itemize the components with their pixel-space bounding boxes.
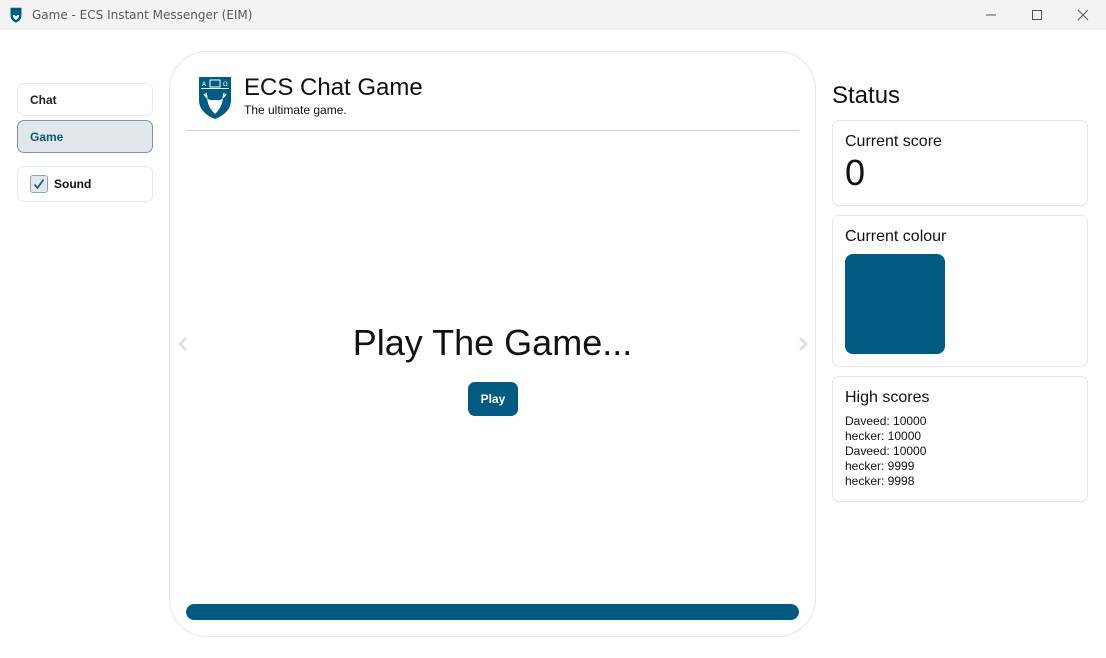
header-divider (186, 130, 799, 131)
minimize-icon (986, 14, 996, 16)
svg-text:Ω: Ω (223, 81, 228, 88)
game-title: ECS Chat Game (244, 74, 423, 101)
minimize-button[interactable] (968, 0, 1014, 30)
progress-bar (186, 604, 799, 620)
current-colour-label: Current colour (845, 228, 947, 245)
current-score-card: Current score 0 (832, 120, 1088, 206)
sound-label: Sound (54, 177, 92, 191)
high-scores-label: High scores (845, 389, 930, 406)
sidebar-item-label: Game (30, 129, 64, 144)
app-logo-icon (10, 7, 22, 23)
current-colour-card: Current colour (832, 215, 1088, 367)
maximize-icon (1032, 10, 1042, 20)
window-controls (968, 0, 1106, 30)
high-scores-card: High scores Daveed: 10000 hecker: 10000 … (832, 376, 1088, 502)
sidebar-item-label: Chat (30, 92, 57, 107)
sound-toggle[interactable]: Sound (17, 166, 153, 202)
high-score-entry: Daveed: 10000 (845, 414, 927, 428)
sidebar: Chat Game Sound (17, 83, 153, 202)
status-heading: Status (832, 82, 901, 109)
current-score-value: 0 (845, 152, 866, 193)
shield-logo-icon: A Ω (199, 77, 231, 119)
high-score-entry: hecker: 9998 (845, 474, 915, 488)
close-icon (1077, 9, 1089, 21)
status-panel: Status Current score 0 Current colour Hi… (832, 80, 1088, 511)
colour-swatch (845, 254, 945, 354)
high-score-entry: hecker: 10000 (845, 429, 922, 443)
high-scores-list: Daveed: 10000 hecker: 10000 Daveed: 1000… (845, 414, 1075, 489)
game-subtitle: The ultimate game. (244, 103, 347, 117)
close-button[interactable] (1060, 0, 1106, 30)
sound-checkbox[interactable] (30, 175, 48, 193)
play-heading: Play The Game... (352, 322, 633, 363)
title-bar: Game - ECS Instant Messenger (EIM) (0, 0, 1106, 30)
window-title: Game - ECS Instant Messenger (EIM) (32, 8, 253, 22)
play-button[interactable]: Play (468, 382, 518, 416)
maximize-button[interactable] (1014, 0, 1060, 30)
high-score-entry: hecker: 9999 (845, 459, 915, 473)
high-score-entry: Daveed: 10000 (845, 444, 927, 458)
checkmark-icon (33, 179, 45, 190)
current-score-label: Current score (845, 133, 942, 150)
game-header: A Ω ECS Chat Game The ultimate game. (198, 76, 423, 120)
game-card: A Ω ECS Chat Game The ultimate game. Pla… (169, 51, 816, 637)
sidebar-item-chat[interactable]: Chat (17, 83, 153, 116)
progress-fill (186, 604, 799, 620)
sidebar-item-game[interactable]: Game (17, 120, 153, 153)
